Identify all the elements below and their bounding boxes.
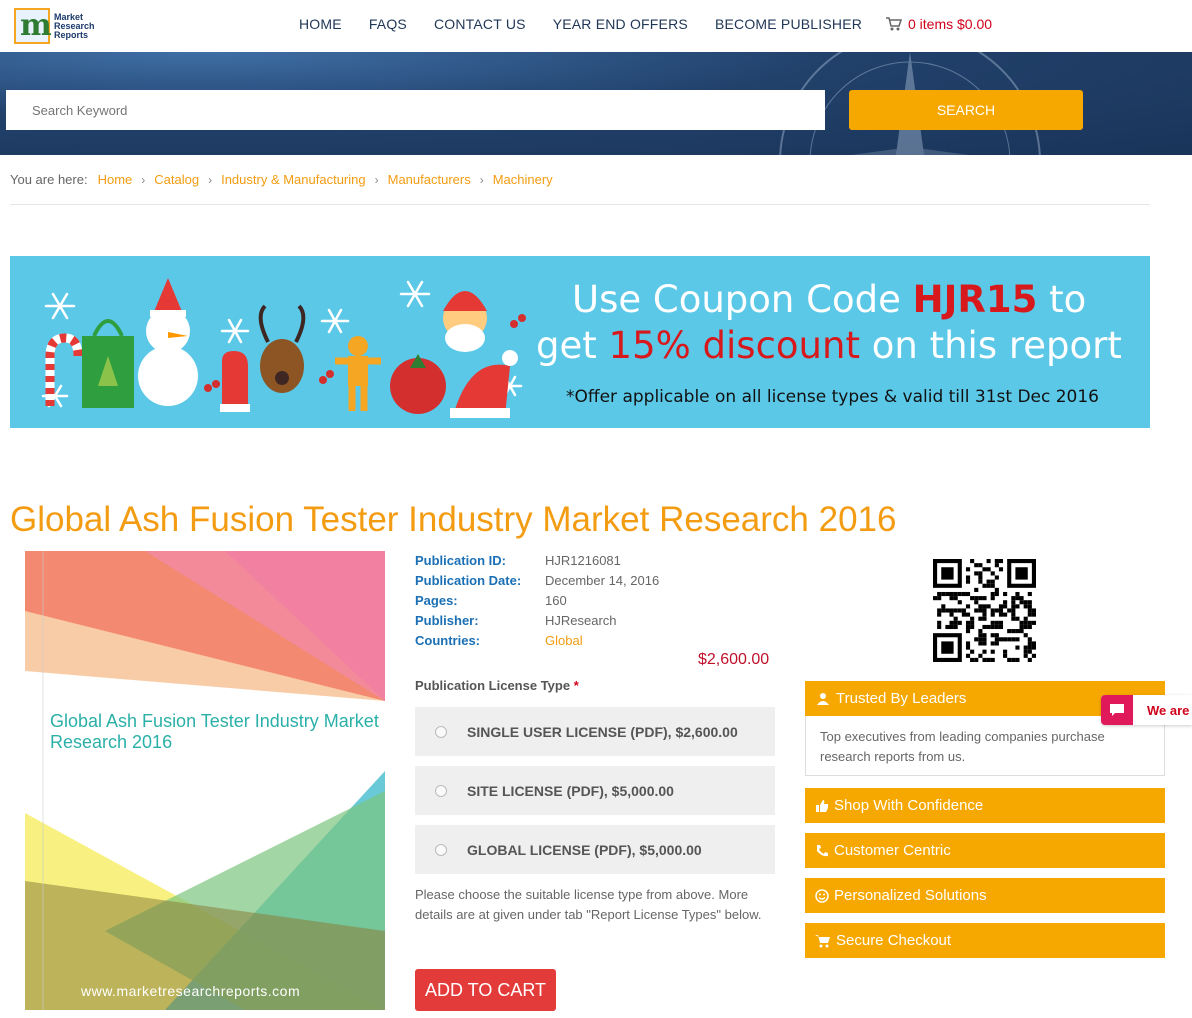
cover-art-icon (25, 551, 385, 1010)
search-input[interactable] (6, 90, 825, 130)
banner-discount: 15% discount (608, 324, 860, 367)
detail-value: December 14, 2016 (545, 573, 660, 588)
thumbs-up-icon (816, 799, 828, 812)
radio-button[interactable] (435, 784, 447, 797)
breadcrumb-catalog[interactable]: Catalog (154, 172, 199, 187)
detail-key: Countries: (415, 633, 480, 648)
banner-text: get (536, 324, 609, 367)
panel-header[interactable]: Shop With Confidence (805, 788, 1165, 823)
chevron-right-icon: › (479, 172, 484, 187)
detail-value: HJR1216081 (545, 553, 621, 568)
live-chat-widget[interactable]: We are (1101, 695, 1192, 725)
panel-title: Personalized Solutions (834, 887, 987, 904)
panel-header[interactable]: Secure Checkout (805, 923, 1165, 958)
chat-label: We are (1147, 702, 1190, 718)
logo-line: Reports (54, 29, 89, 40)
header: m Market Research Reports HOME FAQS CONT… (0, 0, 1192, 52)
detail-key: Pages: (415, 593, 458, 608)
detail-row: Countries: Global (415, 633, 659, 653)
license-option-global[interactable]: GLOBAL LICENSE (PDF), $5,000.00 (415, 825, 775, 874)
search-button[interactable]: SEARCH (849, 90, 1083, 130)
panel-title: Shop With Confidence (834, 797, 984, 814)
shop-with-confidence-panel[interactable]: Shop With Confidence (805, 788, 1165, 823)
radio-button[interactable] (435, 725, 447, 738)
panel-title: Secure Checkout (836, 932, 952, 949)
nav-year-end-offers[interactable]: YEAR END OFFERS (553, 16, 688, 32)
detail-key: Publisher: (415, 613, 479, 628)
secure-checkout-panel[interactable]: Secure Checkout (805, 923, 1165, 958)
logo-text: Market Research Reports (54, 12, 95, 40)
cover-url: www.marketresearchreports.com (81, 983, 301, 999)
required-mark: * (573, 678, 579, 693)
license-note: Please choose the suitable license type … (415, 887, 762, 922)
detail-row: Publisher: HJResearch (415, 613, 659, 633)
detail-value: 160 (545, 593, 567, 608)
panel-title: Trusted By Leaders (836, 690, 967, 707)
cart-icon (815, 934, 830, 947)
panel-body: Top executives from leading companies pu… (805, 716, 1165, 776)
license-option-label: SITE LICENSE (PDF), $5,000.00 (467, 782, 674, 799)
detail-key: Publication ID: (415, 553, 506, 568)
banner-line-2: get 15% discount on this report (536, 324, 1122, 367)
phone-icon (817, 844, 828, 856)
detail-key: Publication Date: (415, 573, 522, 588)
banner-text: Use Coupon Code (572, 278, 913, 321)
nav-home[interactable]: HOME (299, 16, 342, 32)
breadcrumb-label: You are here: (10, 172, 88, 187)
coupon-code: HJR15 (912, 278, 1038, 321)
site-logo[interactable]: m Market Research Reports (14, 6, 98, 46)
nav-faqs[interactable]: FAQS (369, 16, 407, 32)
detail-row: Publication Date: December 14, 2016 (415, 573, 659, 593)
license-type-label: Publication License Type * (415, 678, 579, 693)
customer-centric-panel[interactable]: Customer Centric (805, 833, 1165, 868)
coupon-banner[interactable]: Use Coupon Code HJR15 to get 15% discoun… (10, 256, 1150, 428)
banner-offer-note: *Offer applicable on all license types &… (566, 387, 1100, 407)
cover-title: Global Ash Fusion Tester Industry Market… (50, 711, 379, 752)
panel-header[interactable]: Customer Centric (805, 833, 1165, 868)
breadcrumb-machinery[interactable]: Machinery (493, 172, 553, 187)
page-title: Global Ash Fusion Tester Industry Market… (10, 500, 897, 539)
chat-bubble-icon (1101, 695, 1133, 725)
qr-code-icon (933, 559, 1036, 662)
license-option-site[interactable]: SITE LICENSE (PDF), $5,000.00 (415, 766, 775, 815)
report-cover-image: Global Ash Fusion Tester Industry Market… (25, 551, 385, 1010)
smile-icon (815, 888, 829, 903)
panel-title: Customer Centric (834, 842, 951, 859)
chevron-right-icon: › (141, 172, 146, 187)
radio-button[interactable] (435, 843, 447, 856)
publication-details: Publication ID: HJR1216081 Publication Da… (415, 553, 659, 653)
banner-text: to (1037, 278, 1087, 321)
banner-line-1: Use Coupon Code HJR15 to (572, 278, 1086, 321)
chevron-right-icon: › (374, 172, 379, 187)
license-label-text: Publication License Type (415, 678, 571, 693)
breadcrumb-industry[interactable]: Industry & Manufacturing (221, 172, 366, 187)
nav-contact-us[interactable]: CONTACT US (434, 16, 526, 32)
banner-text: on this report (859, 324, 1122, 367)
breadcrumb-home[interactable]: Home (98, 172, 133, 187)
personalized-solutions-panel[interactable]: Personalized Solutions (805, 878, 1165, 913)
nav-become-publisher[interactable]: BECOME PUBLISHER (715, 16, 862, 32)
license-option-label: SINGLE USER LICENSE (PDF), $2,600.00 (467, 723, 738, 740)
christmas-art-icon (41, 278, 526, 418)
report-price: $2,600.00 (698, 651, 770, 668)
users-icon (817, 692, 829, 705)
license-option-single-user[interactable]: SINGLE USER LICENSE (PDF), $2,600.00 (415, 707, 775, 756)
search-band: SEARCH (0, 52, 1192, 155)
panel-header[interactable]: Personalized Solutions (805, 878, 1165, 913)
chevron-right-icon: › (208, 172, 213, 187)
countries-link[interactable]: Global (545, 633, 583, 653)
detail-row: Pages: 160 (415, 593, 659, 613)
license-option-label: GLOBAL LICENSE (PDF), $5,000.00 (467, 841, 702, 858)
breadcrumb: You are here: Home › Catalog › Industry … (10, 172, 553, 187)
divider (10, 204, 1150, 205)
cart-icon (886, 17, 902, 31)
detail-value: HJResearch (545, 613, 617, 628)
breadcrumb-manufacturers[interactable]: Manufacturers (388, 172, 471, 187)
cart-summary[interactable]: 0 items $0.00 (886, 16, 992, 32)
main-nav: HOME FAQS CONTACT US YEAR END OFFERS BEC… (299, 16, 889, 32)
add-to-cart-button[interactable]: ADD TO CART (415, 969, 556, 1011)
detail-row: Publication ID: HJR1216081 (415, 553, 659, 573)
logo-mark-icon: m (14, 8, 52, 44)
cart-text: 0 items $0.00 (908, 16, 993, 32)
